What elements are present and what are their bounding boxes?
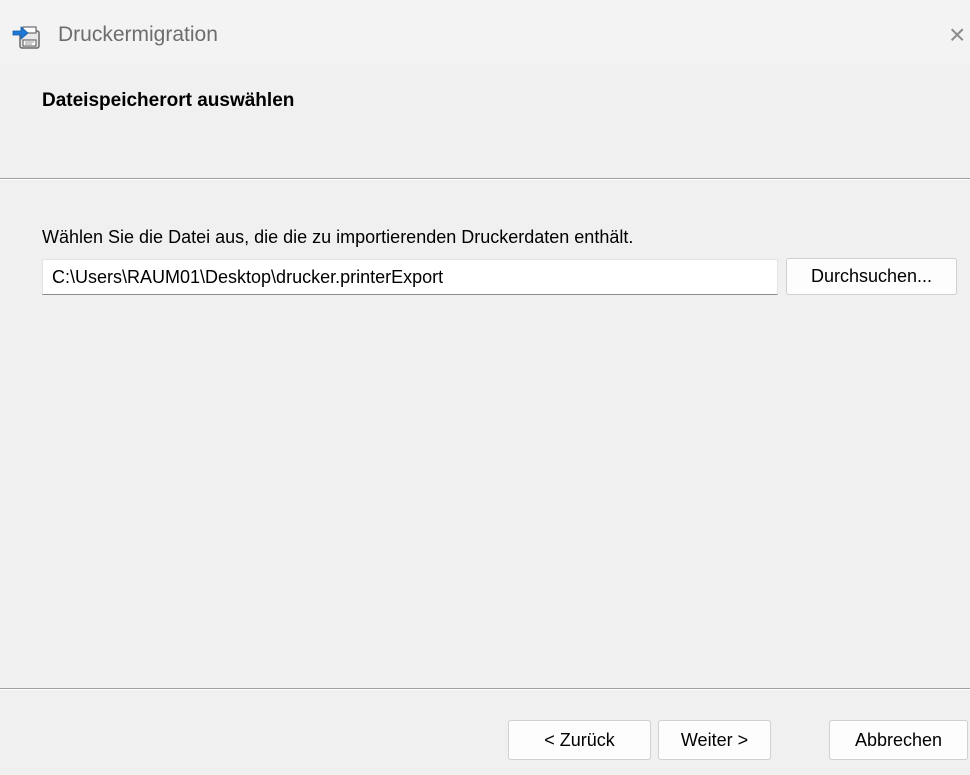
back-button[interactable]: < Zurück: [508, 720, 651, 760]
title-bar: Druckermigration ×: [0, 0, 970, 64]
printer-migration-dialog: Druckermigration × Dateispeicherort ausw…: [0, 0, 970, 775]
file-path-input[interactable]: [42, 259, 778, 295]
printer-migration-icon: [12, 22, 42, 50]
page-title: Dateispeicherort auswählen: [42, 90, 295, 111]
instruction-text: Wählen Sie die Datei aus, die die zu imp…: [42, 227, 634, 247]
browse-button[interactable]: Durchsuchen...: [786, 258, 957, 295]
close-icon[interactable]: ×: [949, 20, 970, 50]
cancel-button[interactable]: Abbrechen: [829, 720, 968, 760]
footer-divider-highlight: [0, 689, 970, 690]
window-title: Druckermigration: [58, 23, 218, 46]
header-divider-highlight: [0, 179, 970, 180]
wizard-header: Dateispeicherort auswählen: [0, 64, 970, 178]
next-button[interactable]: Weiter >: [658, 720, 771, 760]
